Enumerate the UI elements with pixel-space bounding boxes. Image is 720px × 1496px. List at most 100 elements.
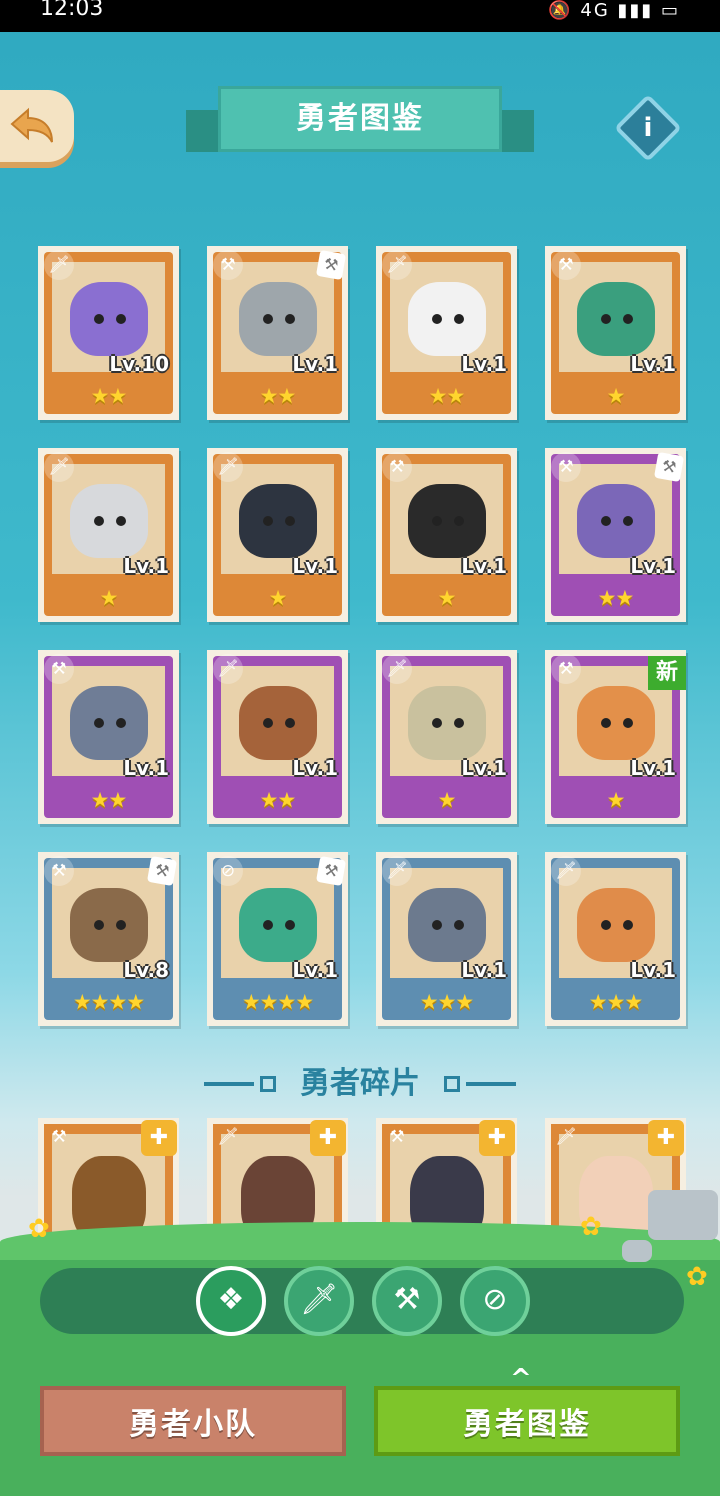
- hero-eye: [263, 516, 273, 526]
- page-title: 勇者图鉴: [218, 86, 502, 152]
- hero-eye: [601, 314, 611, 324]
- hero-level: Lv.1: [630, 756, 676, 780]
- sword-role-icon: 🗡: [382, 856, 412, 886]
- hero-eye: [454, 920, 464, 930]
- hero-eye: [285, 718, 295, 728]
- hero-eye: [263, 314, 273, 324]
- hero-eye: [94, 718, 104, 728]
- hero-card[interactable]: 🗡 Lv.1 ★★: [207, 650, 348, 824]
- hero-eye: [263, 718, 273, 728]
- hero-card[interactable]: 🗡 Lv.1 ★★★: [376, 852, 517, 1026]
- back-button[interactable]: [0, 90, 74, 162]
- hero-level: Lv.1: [461, 352, 507, 376]
- hero-eye: [454, 516, 464, 526]
- filter-hammer-button[interactable]: ⚒: [372, 1266, 442, 1336]
- filter-bar: [40, 1268, 684, 1334]
- hero-eye: [454, 314, 464, 324]
- hammer-role-icon: ⚒: [44, 654, 74, 684]
- hero-head: [239, 888, 317, 962]
- sword-role-icon: 🗡: [213, 654, 243, 684]
- hero-eye: [623, 920, 633, 930]
- hammer-role-icon: ⚒: [551, 250, 581, 280]
- hero-card[interactable]: ⚒ Lv.1 ★★: [38, 650, 179, 824]
- status-bar: 12:03 🔕 4G ▮▮▮ ▭: [0, 0, 720, 32]
- hero-stars: ★: [268, 586, 288, 610]
- hero-head: [408, 282, 486, 356]
- hero-head: [577, 686, 655, 760]
- divider-dot-left: [260, 1076, 276, 1092]
- hero-stars: ★: [99, 586, 119, 610]
- flower-decoration: ✿: [686, 1262, 708, 1292]
- hero-level: Lv.1: [461, 958, 507, 982]
- hero-eye: [601, 516, 611, 526]
- hammer-weapon-icon: ⚒: [146, 855, 178, 887]
- hero-head: [408, 686, 486, 760]
- hero-stars: ★: [606, 384, 626, 408]
- sword-role-icon: 🗡: [382, 250, 412, 280]
- info-icon: i: [643, 113, 653, 143]
- hero-stars: ★: [606, 788, 626, 812]
- hero-eye: [623, 718, 633, 728]
- hero-eye: [285, 516, 295, 526]
- hero-card[interactable]: 🗡 Lv.10 ★★: [38, 246, 179, 420]
- compass-role-icon: ⊘: [213, 856, 243, 886]
- sword-role-icon: 🗡: [555, 1127, 577, 1147]
- filter-all-button[interactable]: ❖: [196, 1266, 266, 1336]
- flower-decoration: ✿: [580, 1212, 602, 1242]
- hero-eye: [116, 516, 126, 526]
- hammer-weapon-icon: ⚒: [315, 855, 347, 887]
- hero-level: Lv.1: [292, 958, 338, 982]
- hero-card[interactable]: ⚒ ⚒ Lv.8 ★★★★: [38, 852, 179, 1026]
- hero-card[interactable]: ⚒ 新 Lv.1 ★: [545, 650, 686, 824]
- hero-head: [408, 484, 486, 558]
- hero-stars: ★★: [259, 384, 297, 408]
- fragments-title: 勇者碎片: [300, 1066, 420, 1101]
- hero-eye: [454, 718, 464, 728]
- hero-stars: ★★: [259, 788, 297, 812]
- hero-level: Lv.10: [109, 352, 169, 376]
- hero-eye: [116, 314, 126, 324]
- hero-card[interactable]: ⚒ ⚒ Lv.1 ★★: [545, 448, 686, 622]
- divider-line-right: [466, 1082, 516, 1086]
- hero-card[interactable]: ⚒ Lv.1 ★: [376, 448, 517, 622]
- puzzle-icon: ✚: [479, 1120, 515, 1156]
- info-button[interactable]: i: [614, 94, 682, 162]
- hero-head: [70, 484, 148, 558]
- team-tab-button[interactable]: 勇者小队: [40, 1386, 346, 1456]
- hero-card[interactable]: ⚒ ⚒ Lv.1 ★★: [207, 246, 348, 420]
- divider-line-left: [204, 1082, 254, 1086]
- hero-card[interactable]: 🗡 Lv.1 ★★: [376, 246, 517, 420]
- hero-card[interactable]: ⚒ Lv.1 ★: [545, 246, 686, 420]
- status-icons: 🔕 4G ▮▮▮ ▭: [548, 0, 680, 21]
- hero-level: Lv.1: [461, 554, 507, 578]
- fragments-divider: 勇者碎片: [200, 1064, 520, 1104]
- hero-card[interactable]: ⊘ ⚒ Lv.1 ★★★★: [207, 852, 348, 1026]
- hero-card[interactable]: 🗡 Lv.1 ★: [207, 448, 348, 622]
- hero-level: Lv.1: [630, 352, 676, 376]
- puzzle-icon: ✚: [141, 1120, 177, 1156]
- hero-eye: [601, 920, 611, 930]
- hero-stars: ★★: [597, 586, 635, 610]
- hero-eye: [94, 314, 104, 324]
- sword-role-icon: 🗡: [217, 1127, 239, 1147]
- hero-stars: ★★★: [419, 990, 474, 1014]
- hammer-role-icon: ⚒: [51, 1127, 67, 1147]
- sword-role-icon: 🗡: [213, 452, 243, 482]
- back-arrow-icon: [10, 107, 53, 143]
- codex-tab-button[interactable]: 勇者图鉴: [374, 1386, 680, 1456]
- hero-card[interactable]: 🗡 Lv.1 ★: [376, 650, 517, 824]
- hero-head: [239, 282, 317, 356]
- hero-card[interactable]: 🗡 Lv.1 ★★★: [545, 852, 686, 1026]
- filter-sword-button[interactable]: 🗡: [284, 1266, 354, 1336]
- flower-decoration: ✿: [28, 1214, 50, 1244]
- filter-compass-button[interactable]: ⊘: [460, 1266, 530, 1336]
- hero-eye: [432, 516, 442, 526]
- hero-stars: ★★: [90, 788, 128, 812]
- hero-stars: ★★★★: [72, 990, 145, 1014]
- hero-card[interactable]: 🗡 Lv.1 ★: [38, 448, 179, 622]
- hero-level: Lv.1: [123, 554, 169, 578]
- hero-head: [408, 888, 486, 962]
- hero-eye: [116, 718, 126, 728]
- hero-head: [70, 686, 148, 760]
- hero-stars: ★★: [90, 384, 128, 408]
